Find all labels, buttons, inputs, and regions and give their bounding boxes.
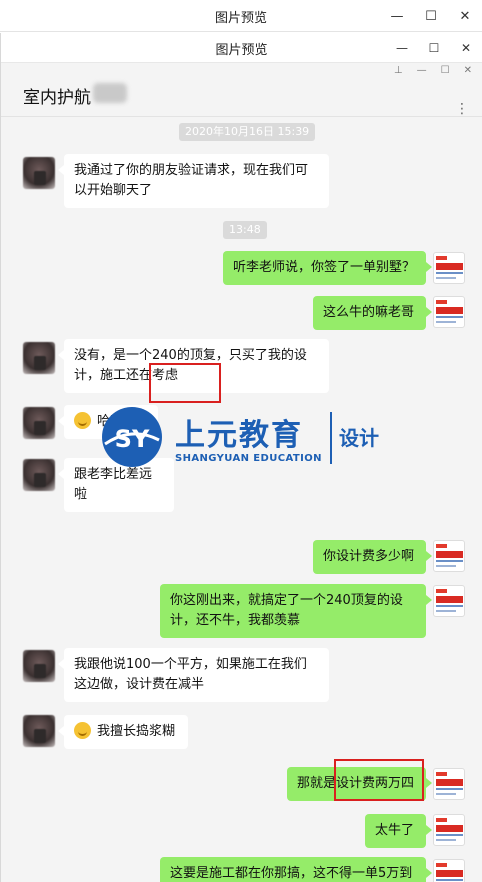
- avatar[interactable]: [23, 459, 55, 491]
- message-bubble: 这要是施工都在你那搞，这不得一单5万到手？: [160, 857, 432, 882]
- minimize-icon[interactable]: —: [386, 33, 418, 63]
- message-bubble: 你这刚出来，就搞定了一个240顶复的设计，还不牛，我都羡慕: [160, 584, 432, 638]
- inner-window-controls: — ☐ ✕: [386, 33, 482, 63]
- message-text: 我擅长捣浆糊: [97, 724, 176, 739]
- more-icon[interactable]: ⋮: [455, 101, 470, 117]
- avatar[interactable]: [23, 342, 55, 374]
- emoji-icon: [74, 412, 91, 429]
- inner-window: 图片预览 — ☐ ✕ ⊥ — ☐ ✕ 室内护航 ⋮ 2020年10月16日 15…: [0, 33, 482, 882]
- message-bubble: 听李老师说，你签了一单别墅？: [223, 251, 432, 285]
- avatar[interactable]: [433, 585, 465, 617]
- message-bubble: 我通过了你的朋友验证请求，现在我们可以开始聊天了: [58, 154, 329, 208]
- chat-title: 室内护航: [23, 88, 91, 108]
- maximize-icon[interactable]: ☐: [418, 33, 450, 63]
- outer-window-controls: — ☐ ✕: [380, 0, 482, 32]
- close-icon[interactable]: ✕: [448, 0, 482, 32]
- highlight-box: [334, 759, 424, 801]
- message-bubble: 你设计费多少啊: [313, 540, 432, 574]
- chat-header: ⊥ — ☐ ✕ 室内护航: [1, 63, 482, 117]
- inner-title-bar: 图片预览 — ☐ ✕: [1, 33, 482, 63]
- avatar[interactable]: [433, 252, 465, 284]
- chat-body: 2020年10月16日 15:39 13:48 我通过了你的朋友验证请求，现在我…: [1, 117, 482, 882]
- blurred-name: [93, 83, 127, 103]
- chat-window-tools: ⊥ — ☐ ✕: [394, 65, 472, 76]
- avatar[interactable]: [23, 407, 55, 439]
- message-bubble: 跟老李比差远啦: [58, 458, 174, 512]
- highlight-box: [149, 363, 221, 403]
- avatar[interactable]: [23, 715, 55, 747]
- avatar[interactable]: [433, 814, 465, 846]
- minimize-icon[interactable]: —: [417, 65, 427, 76]
- message-bubble: 哈哈哈: [58, 405, 158, 439]
- minimize-icon[interactable]: —: [380, 0, 414, 32]
- avatar[interactable]: [433, 296, 465, 328]
- message-bubble: 这么牛的嘛老哥: [313, 296, 432, 330]
- timestamp: 2020年10月16日 15:39: [179, 123, 316, 141]
- maximize-icon[interactable]: ☐: [441, 65, 450, 76]
- emoji-icon: [74, 722, 91, 739]
- maximize-icon[interactable]: ☐: [414, 0, 448, 32]
- message-bubble: 太牛了: [365, 814, 432, 848]
- message-text: 哈哈哈: [97, 414, 137, 429]
- avatar[interactable]: [433, 540, 465, 572]
- timestamp: 13:48: [223, 221, 267, 239]
- avatar[interactable]: [433, 768, 465, 800]
- avatar[interactable]: [433, 859, 465, 882]
- pin-icon[interactable]: ⊥: [394, 65, 403, 76]
- close-icon[interactable]: ✕: [464, 65, 472, 76]
- message-bubble: 我擅长捣浆糊: [58, 715, 188, 749]
- message-bubble: 我跟他说100一个平方，如果施工在我们这边做，设计费在减半: [58, 648, 329, 702]
- close-icon[interactable]: ✕: [450, 33, 482, 63]
- avatar[interactable]: [23, 650, 55, 682]
- avatar[interactable]: [23, 157, 55, 189]
- outer-title-bar: 图片预览 — ☐ ✕: [0, 0, 482, 32]
